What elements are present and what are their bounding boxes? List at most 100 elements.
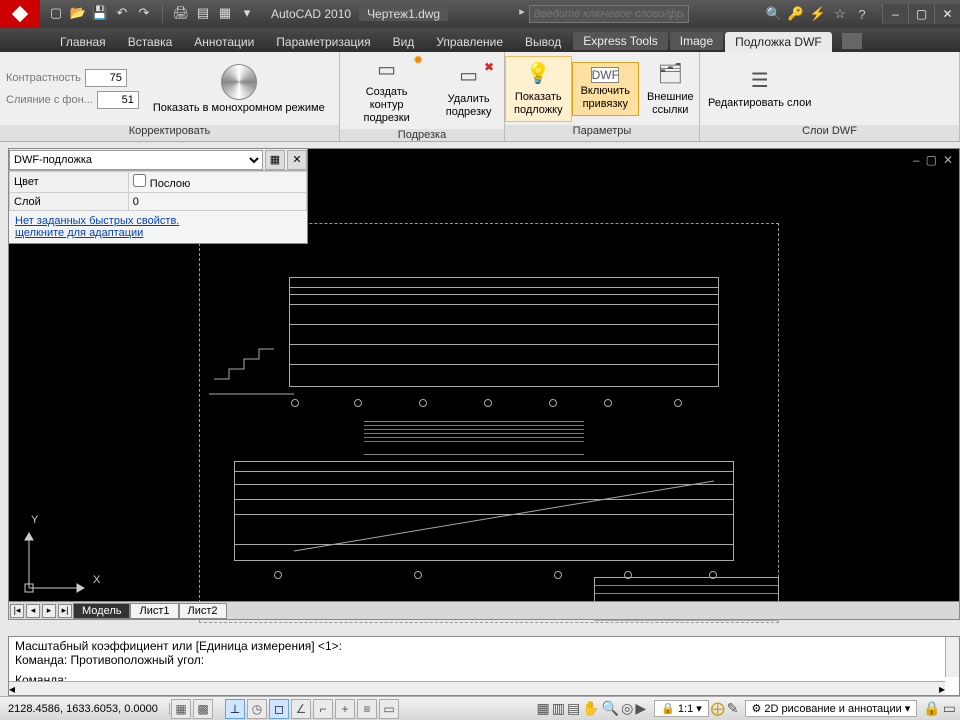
customize-link[interactable]: щелкните для адаптации bbox=[15, 227, 301, 239]
plot-preview-icon[interactable]: ▤ bbox=[195, 5, 211, 21]
contrast-input[interactable] bbox=[85, 69, 127, 87]
create-clip-label: Создать контур подрезки bbox=[348, 86, 425, 125]
pan-icon[interactable]: ✋ bbox=[582, 700, 599, 717]
workspace-switch[interactable]: ⚙ 2D рисование и аннотации ▾ bbox=[745, 700, 918, 717]
qp-toggle[interactable]: ▭ bbox=[379, 699, 399, 719]
toolbar-lock-icon[interactable]: 🔒 bbox=[923, 700, 940, 717]
steering-icon[interactable]: ◎ bbox=[621, 700, 633, 717]
model-space-icon[interactable]: ▦ bbox=[537, 700, 550, 717]
help-icon[interactable]: ? bbox=[854, 6, 870, 22]
tab-image[interactable]: Image bbox=[670, 32, 723, 50]
lwt-toggle[interactable]: ≡ bbox=[357, 699, 377, 719]
table-row: ЦветПослою bbox=[10, 172, 307, 193]
delete-clip-label: Удалить подрезку bbox=[441, 93, 496, 119]
tab-manage[interactable]: Управление bbox=[426, 32, 513, 52]
panel-clip-title: Подрезка bbox=[340, 129, 504, 141]
prop-value[interactable]: 0 bbox=[128, 193, 306, 211]
showmotion-icon[interactable]: ▶ bbox=[635, 700, 646, 717]
xref-icon: 🗂 bbox=[654, 61, 686, 89]
layout-tab-sheet2[interactable]: Лист2 bbox=[179, 603, 227, 619]
layout-tab-model[interactable]: Модель bbox=[73, 603, 130, 619]
fade-input[interactable] bbox=[97, 91, 139, 109]
infocenter-search: ▸ bbox=[448, 5, 760, 23]
undo-icon[interactable]: ↶ bbox=[114, 5, 130, 21]
xrefs-button[interactable]: 🗂 Внешние ссылки bbox=[639, 57, 702, 121]
layout-first-button[interactable]: |◂ bbox=[10, 604, 24, 618]
ducs-toggle[interactable]: ⌐ bbox=[313, 699, 333, 719]
tab-output[interactable]: Вывод bbox=[515, 32, 571, 52]
ribbon: Контрастность Слияние с фон... Показать … bbox=[0, 52, 960, 142]
redo-icon[interactable]: ↷ bbox=[136, 5, 152, 21]
quick-access-toolbar: ▢ 📂 💾 ↶ ↷ 🖨 ▤ ▦ ▾ bbox=[40, 5, 263, 23]
layout-prev-button[interactable]: ◂ bbox=[26, 604, 40, 618]
grid-toggle[interactable]: ▦ bbox=[171, 699, 191, 719]
qat-dropdown-icon[interactable]: ▾ bbox=[239, 5, 255, 21]
search-icon[interactable]: 🔍 bbox=[766, 6, 782, 22]
search-input[interactable] bbox=[529, 5, 689, 23]
tab-overflow[interactable] bbox=[842, 33, 862, 49]
monochrome-button[interactable]: Показать в монохромном режиме bbox=[145, 58, 333, 119]
open-icon[interactable]: 📂 bbox=[70, 5, 86, 21]
enable-snap-button[interactable]: DWF Включить привязку bbox=[572, 62, 639, 116]
print-icon[interactable]: 🖨 bbox=[173, 5, 189, 21]
infocenter-icons: 🔍 🔑 ⚡ ☆ ? bbox=[760, 6, 876, 22]
show-underlay-button[interactable]: 💡 Показать подложку bbox=[505, 56, 572, 122]
panel-adjust-title: Корректировать bbox=[0, 125, 339, 141]
snap-toggle[interactable]: ▩ bbox=[193, 699, 213, 719]
object-type-select[interactable]: DWF-подложка bbox=[9, 150, 263, 170]
layout-last-button[interactable]: ▸| bbox=[58, 604, 72, 618]
ucs-icon: Y X bbox=[19, 518, 99, 601]
ortho-toggle[interactable]: ⊥ bbox=[225, 699, 245, 719]
quick-properties-palette[interactable]: DWF-подложка ▦ ✕ ЦветПослою Слой0 Нет за… bbox=[8, 148, 308, 244]
tab-dwf-underlay[interactable]: Подложка DWF bbox=[725, 32, 832, 52]
no-quick-props-link[interactable]: Нет заданных быстрых свойств. bbox=[15, 215, 301, 227]
quickview-drawings-icon[interactable]: ▤ bbox=[567, 700, 580, 717]
chevron-down-icon[interactable]: ▸ bbox=[519, 5, 525, 23]
cmd-hscrollbar[interactable]: ◂▸ bbox=[9, 681, 945, 695]
anno-autoscale-icon[interactable]: ✎ bbox=[727, 700, 739, 717]
clean-screen-icon[interactable]: ▭ bbox=[943, 700, 956, 717]
props-close-button[interactable]: ✕ bbox=[287, 150, 307, 170]
save-icon[interactable]: 💾 bbox=[92, 5, 108, 21]
anno-visibility-icon[interactable]: ⨁ bbox=[711, 700, 725, 717]
osnap-toggle[interactable]: ◻ bbox=[269, 699, 289, 719]
favorites-icon[interactable]: ☆ bbox=[832, 6, 848, 22]
prop-key: Слой bbox=[10, 193, 129, 211]
annotation-scale[interactable]: 🔒 1:1 ▾ bbox=[654, 700, 709, 717]
tab-express[interactable]: Express Tools bbox=[573, 32, 667, 50]
create-clip-button[interactable]: ▭✹ Создать контур подрезки bbox=[340, 52, 433, 129]
tab-annotate[interactable]: Аннотации bbox=[184, 32, 264, 52]
bulb-icon: 💡 bbox=[522, 61, 554, 89]
edit-layers-button[interactable]: ☰ Редактировать слои bbox=[700, 63, 819, 114]
cmd-vscrollbar[interactable] bbox=[945, 637, 959, 677]
prop-value[interactable]: Послою bbox=[128, 172, 306, 193]
app-menu-button[interactable] bbox=[0, 0, 40, 28]
minimize-button[interactable]: – bbox=[882, 4, 908, 24]
zoom-icon[interactable]: 🔍 bbox=[602, 700, 619, 717]
close-button[interactable]: ✕ bbox=[934, 4, 960, 24]
tab-home[interactable]: Главная bbox=[50, 32, 116, 52]
maximize-button[interactable]: ▢ bbox=[908, 4, 934, 24]
polar-toggle[interactable]: ◷ bbox=[247, 699, 267, 719]
bylayer-checkbox[interactable] bbox=[133, 174, 146, 187]
edit-layers-label: Редактировать слои bbox=[708, 97, 811, 110]
comm-icon[interactable]: ⚡ bbox=[810, 6, 826, 22]
tab-view[interactable]: Вид bbox=[383, 32, 425, 52]
props-options-button[interactable]: ▦ bbox=[265, 150, 285, 170]
delete-clip-button[interactable]: ▭✖ Удалить подрезку bbox=[433, 59, 504, 123]
create-clip-icon: ▭✹ bbox=[371, 56, 403, 84]
enable-snap-label: Включить привязку bbox=[581, 85, 630, 111]
dwf-snap-icon: DWF bbox=[591, 67, 619, 83]
tab-parametric[interactable]: Параметризация bbox=[266, 32, 380, 52]
dyn-toggle[interactable]: + bbox=[335, 699, 355, 719]
layout-next-button[interactable]: ▸ bbox=[42, 604, 56, 618]
command-line[interactable]: Масштабный коэффициент или [Единица изме… bbox=[8, 636, 960, 696]
quickview-layouts-icon[interactable]: ▥ bbox=[552, 700, 565, 717]
new-icon[interactable]: ▢ bbox=[48, 5, 64, 21]
publish-icon[interactable]: ▦ bbox=[217, 5, 233, 21]
tab-insert[interactable]: Вставка bbox=[118, 32, 183, 52]
coordinates-readout[interactable]: 2128.4586, 1633.6053, 0.0000 bbox=[0, 703, 170, 715]
otrack-toggle[interactable]: ∠ bbox=[291, 699, 311, 719]
subscription-icon[interactable]: 🔑 bbox=[788, 6, 804, 22]
layout-tab-sheet1[interactable]: Лист1 bbox=[130, 603, 178, 619]
